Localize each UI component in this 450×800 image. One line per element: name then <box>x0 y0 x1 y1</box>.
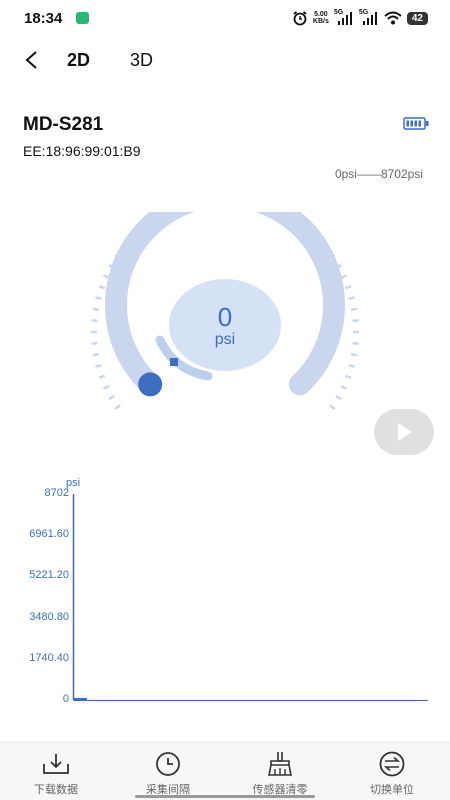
network-speed-unit: KB/s <box>312 18 329 25</box>
pressure-range-label: 0psi——8702psi <box>334 167 423 181</box>
pressure-chart <box>72 494 428 701</box>
download-data-label: 下载数据 <box>34 784 78 796</box>
broom-icon <box>268 752 292 776</box>
gauge-tick <box>340 384 347 390</box>
gauge-tick <box>344 284 352 290</box>
gauge-needle-marker <box>170 358 178 366</box>
network-speed: 5.00 KB/s <box>313 11 329 25</box>
wifi-icon <box>384 11 402 25</box>
alarm-icon <box>293 11 307 26</box>
back-icon[interactable] <box>20 48 44 72</box>
gauge-tick <box>335 394 342 401</box>
gauge-tick <box>348 296 355 301</box>
gauge-tick <box>98 374 106 380</box>
top-nav: 2D 3D <box>0 40 450 80</box>
device-name: MD-S281 <box>23 114 104 135</box>
gauge-tick <box>114 404 121 410</box>
gauge-value: 0 <box>217 302 233 332</box>
play-icon <box>398 423 412 441</box>
home-indicator[interactable] <box>135 795 315 798</box>
download-icon <box>43 754 69 774</box>
sensor-zero-button[interactable]: 传感器清零 <box>224 743 336 800</box>
swap-icon <box>379 751 405 777</box>
clock-icon <box>156 752 180 776</box>
switch-unit-button[interactable]: 切换单位 <box>336 743 448 800</box>
cell-signal-label: 5G <box>333 9 344 16</box>
battery-level-badge: 42 <box>406 11 428 25</box>
device-battery-icon <box>403 117 429 130</box>
cell-signal-icon: 5G <box>358 9 379 26</box>
gauge-tick <box>95 363 102 368</box>
gauge-tick <box>348 363 355 368</box>
status-time: 18:34 <box>24 10 63 27</box>
download-data-button[interactable]: 下载数据 <box>0 743 112 800</box>
gauge-unit: psi <box>214 331 236 348</box>
play-button[interactable] <box>374 409 434 455</box>
gauge-tick <box>103 384 110 390</box>
bottom-toolbar: 下载数据 采集间隔 传感器清零 切换单位 <box>0 742 450 800</box>
gauge-tick <box>340 274 347 280</box>
status-indicators: 5.00 KB/s 5G 5G 42 <box>292 9 428 27</box>
gauge-indicator-dot <box>138 372 163 397</box>
app-notification-icon <box>76 12 89 24</box>
gauge-tick <box>108 394 115 401</box>
status-bar: 18:34 5.00 KB/s 5G 5G 42 <box>0 0 450 36</box>
tab-2d[interactable]: 2D <box>67 50 90 71</box>
cell-signal-label: 5G <box>358 9 369 16</box>
switch-unit-label: 切换单位 <box>370 784 414 796</box>
gauge-tick <box>329 404 336 410</box>
gauge-tick <box>344 374 352 380</box>
gauge-tick <box>350 352 358 357</box>
device-mac-address: EE:18:96:99:01:B9 <box>23 143 141 159</box>
sampling-interval-button[interactable]: 采集间隔 <box>112 743 224 800</box>
gauge-tick <box>92 352 100 357</box>
gauge-tick <box>98 284 106 290</box>
cell-signal-icon: 5G <box>333 9 354 26</box>
network-speed-value: 5.00 <box>314 11 328 18</box>
tab-3d[interactable]: 3D <box>130 50 153 71</box>
gauge-tick <box>95 296 102 301</box>
gauge-tick <box>103 274 110 280</box>
